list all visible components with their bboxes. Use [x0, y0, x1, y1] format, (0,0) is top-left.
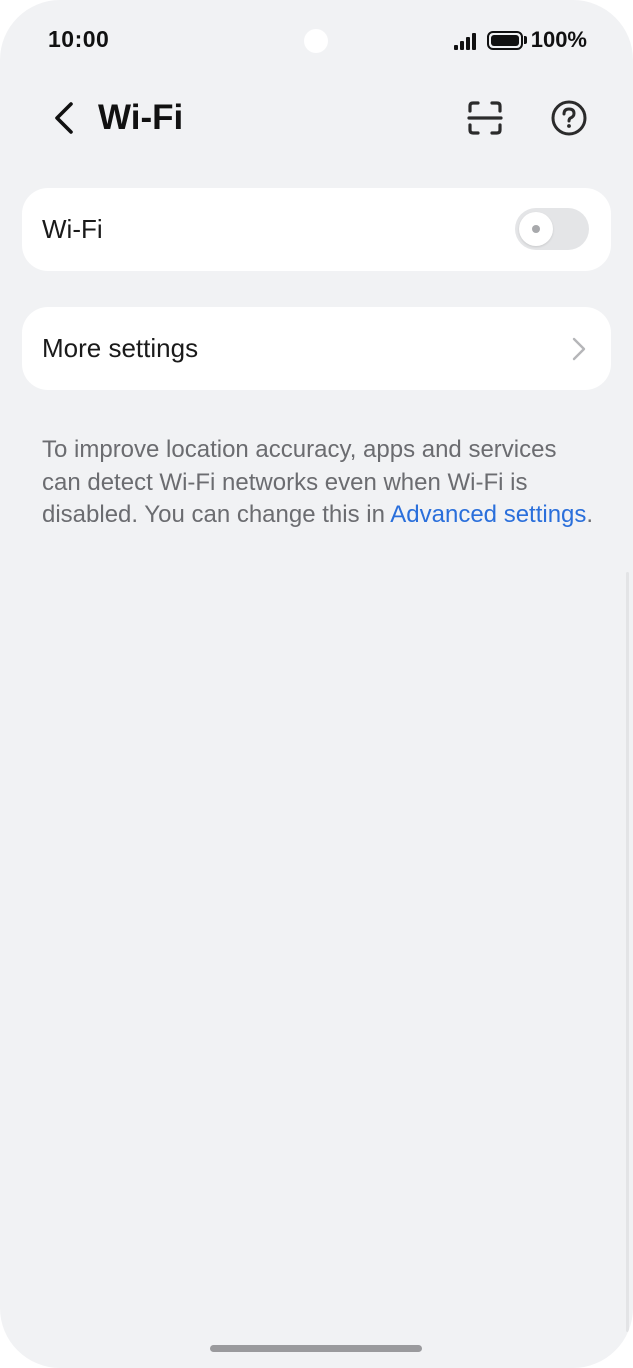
home-indicator[interactable]	[210, 1345, 422, 1352]
wifi-toggle-row: Wi-Fi	[22, 188, 611, 271]
toggle-off-indicator	[532, 225, 540, 233]
status-time: 10:00	[48, 26, 110, 52]
help-button[interactable]	[545, 94, 593, 142]
scan-button[interactable]	[461, 94, 509, 142]
info-suffix: .	[586, 501, 594, 528]
battery-icon	[486, 30, 527, 50]
status-bar: 10:00 100%	[0, 0, 633, 80]
scan-qr-icon	[467, 101, 503, 135]
advanced-settings-link[interactable]: Advanced settings	[390, 501, 586, 528]
wifi-label: Wi-Fi	[42, 214, 103, 244]
help-circle-icon	[551, 100, 587, 136]
chevron-left-icon	[55, 102, 73, 134]
wifi-toggle-switch[interactable]	[515, 208, 589, 250]
location-accuracy-info: To improve location accuracy, apps and s…	[42, 434, 598, 532]
front-camera	[304, 29, 328, 53]
page-header: Wi-Fi	[0, 86, 633, 150]
page-title: Wi-Fi	[98, 98, 184, 137]
toggle-knob	[519, 212, 553, 246]
chevron-right-icon	[572, 337, 586, 361]
scroll-indicator	[626, 572, 629, 1332]
back-button[interactable]	[40, 94, 88, 142]
signal-bars-icon	[453, 30, 478, 50]
phone-screen: 10:00 100% Wi-Fi Wi-Fi More settings To …	[0, 0, 633, 1368]
more-settings-label: More settings	[42, 333, 199, 363]
more-settings-row[interactable]: More settings	[22, 307, 611, 390]
status-icons: 100%	[453, 26, 587, 54]
battery-percentage: 100%	[530, 27, 587, 52]
